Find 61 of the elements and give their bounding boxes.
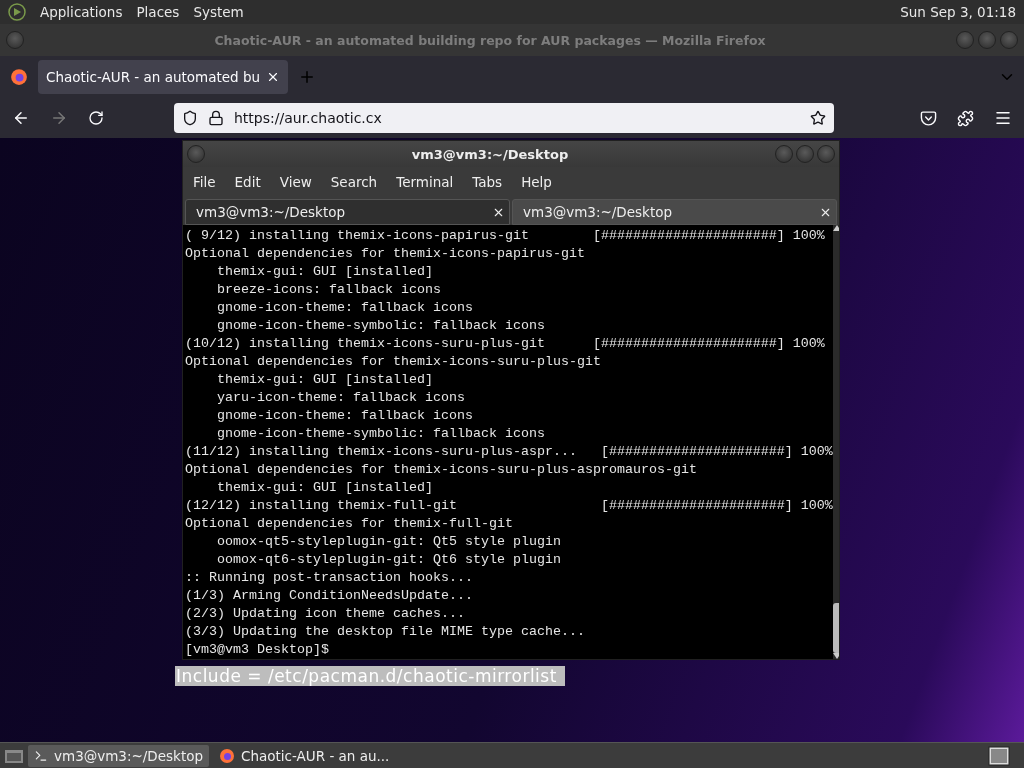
forward-icon[interactable]	[50, 109, 68, 127]
lock-icon[interactable]	[208, 110, 224, 126]
menu-item[interactable]: View	[279, 174, 312, 190]
terminal-line: (10/12) installing themix-icons-suru-plus-git [######################] 100%	[185, 335, 825, 353]
panel-menu[interactable]: Applications	[40, 4, 123, 20]
scrollbar[interactable]	[832, 225, 839, 659]
panel-menu[interactable]: Places	[136, 4, 180, 20]
terminal-icon	[34, 748, 48, 763]
reload-icon[interactable]	[88, 110, 104, 126]
menu-item[interactable]: Tabs	[472, 174, 503, 190]
terminal-line: gnome-icon-theme-symbolic: fallback icons	[216, 425, 545, 443]
terminal-line: (11/12) installing themix-icons-suru-plus-aspr... [######################] 100%	[185, 443, 833, 461]
menu-icon[interactable]	[994, 109, 1012, 127]
terminal-line: Optional dependencies for themix-icons-suru-plus-git	[185, 353, 601, 371]
menu-item[interactable]: Edit	[234, 174, 261, 190]
window-title: vm3@vm3:~/Desktop	[410, 146, 570, 162]
terminal-line: (12/12) installing themix-full-git [######################] 100%	[185, 497, 833, 515]
url-field[interactable]: https://aur.chaotic.cx	[174, 103, 834, 133]
menu-item[interactable]: Help	[521, 174, 552, 190]
terminal-line: (2/3) Updating icon theme caches...	[185, 605, 465, 623]
terminal-line: themix-gui: GUI [installed]	[216, 371, 433, 389]
menu-item[interactable]: Terminal	[396, 174, 454, 190]
terminal-line: oomox-qt5-styleplugin-git: Qt5 style plugin	[216, 533, 561, 551]
firefox-icon[interactable]	[10, 68, 28, 86]
terminal-line: Optional dependencies for themix-icons-suru-plus-aspromauros-git	[185, 461, 697, 479]
terminal-line: Optional dependencies for themix-full-git	[185, 515, 513, 533]
selected-text: Include = /etc/pacman.d/chaotic-mirrorlist	[175, 666, 565, 686]
terminal-line: oomox-qt6-styleplugin-git: Qt6 style plugin	[216, 551, 561, 569]
browser-tab[interactable]: Chaotic-AUR - an automated bu	[38, 60, 289, 94]
menu-item[interactable]: Search	[330, 174, 378, 190]
firefox-icon	[219, 747, 236, 764]
menu-item[interactable]: File	[193, 174, 216, 190]
bookmark-star-icon[interactable]	[810, 110, 826, 126]
shield-icon[interactable]	[182, 110, 198, 126]
terminal-line: yaru-icon-theme: fallback icons	[216, 389, 465, 407]
terminal-line: gnome-icon-theme-symbolic: fallback icons	[216, 317, 545, 335]
terminal-line: :: Running post-transaction hooks...	[185, 569, 473, 587]
show-desktop-icon[interactable]	[4, 747, 24, 764]
window-title: Chaotic-AUR - an automated building repo for AUR packages — Mozilla Firefox	[213, 32, 767, 48]
scroll-up-icon[interactable]	[832, 225, 839, 231]
taskbar-item[interactable]: vm3@vm3:~/Desktop	[28, 744, 210, 767]
terminal-line: themix-gui: GUI [installed]	[216, 479, 433, 497]
terminal-tab[interactable]: vm3@vm3:~/Desktop	[185, 199, 510, 225]
extensions-icon[interactable]	[957, 109, 974, 127]
terminal-line: Optional dependencies for themix-icons-papirus-git	[185, 245, 585, 263]
panel-menu[interactable]: System	[193, 4, 244, 20]
clock: Sun Sep 3, 01:18	[900, 4, 1016, 20]
terminal-line: (3/3) Updating the desktop file MIME type cache...	[185, 623, 585, 641]
app-menu-icon[interactable]	[8, 3, 26, 21]
terminal-line: [vm3@vm3 Desktop]$	[185, 641, 330, 659]
terminal-line: breeze-icons: fallback icons	[216, 281, 441, 299]
terminal-line: gnome-icon-theme: fallback icons	[216, 299, 473, 317]
terminal-line: gnome-icon-theme: fallback icons	[216, 407, 473, 425]
terminal-line: (1/3) Arming ConditionNeedsUpdate...	[185, 587, 473, 605]
terminal-line: themix-gui: GUI [installed]	[216, 263, 433, 281]
workspace-icon[interactable]	[988, 745, 1010, 766]
terminal-tab[interactable]: vm3@vm3:~/Desktop	[512, 199, 837, 225]
terminal-line: ( 9/12) installing themix-icons-papirus-git [######################] 100%	[185, 227, 825, 245]
taskbar-item[interactable]: Chaotic-AUR - an au...	[213, 744, 396, 767]
pocket-icon[interactable]	[920, 109, 937, 127]
back-icon[interactable]	[12, 109, 30, 127]
